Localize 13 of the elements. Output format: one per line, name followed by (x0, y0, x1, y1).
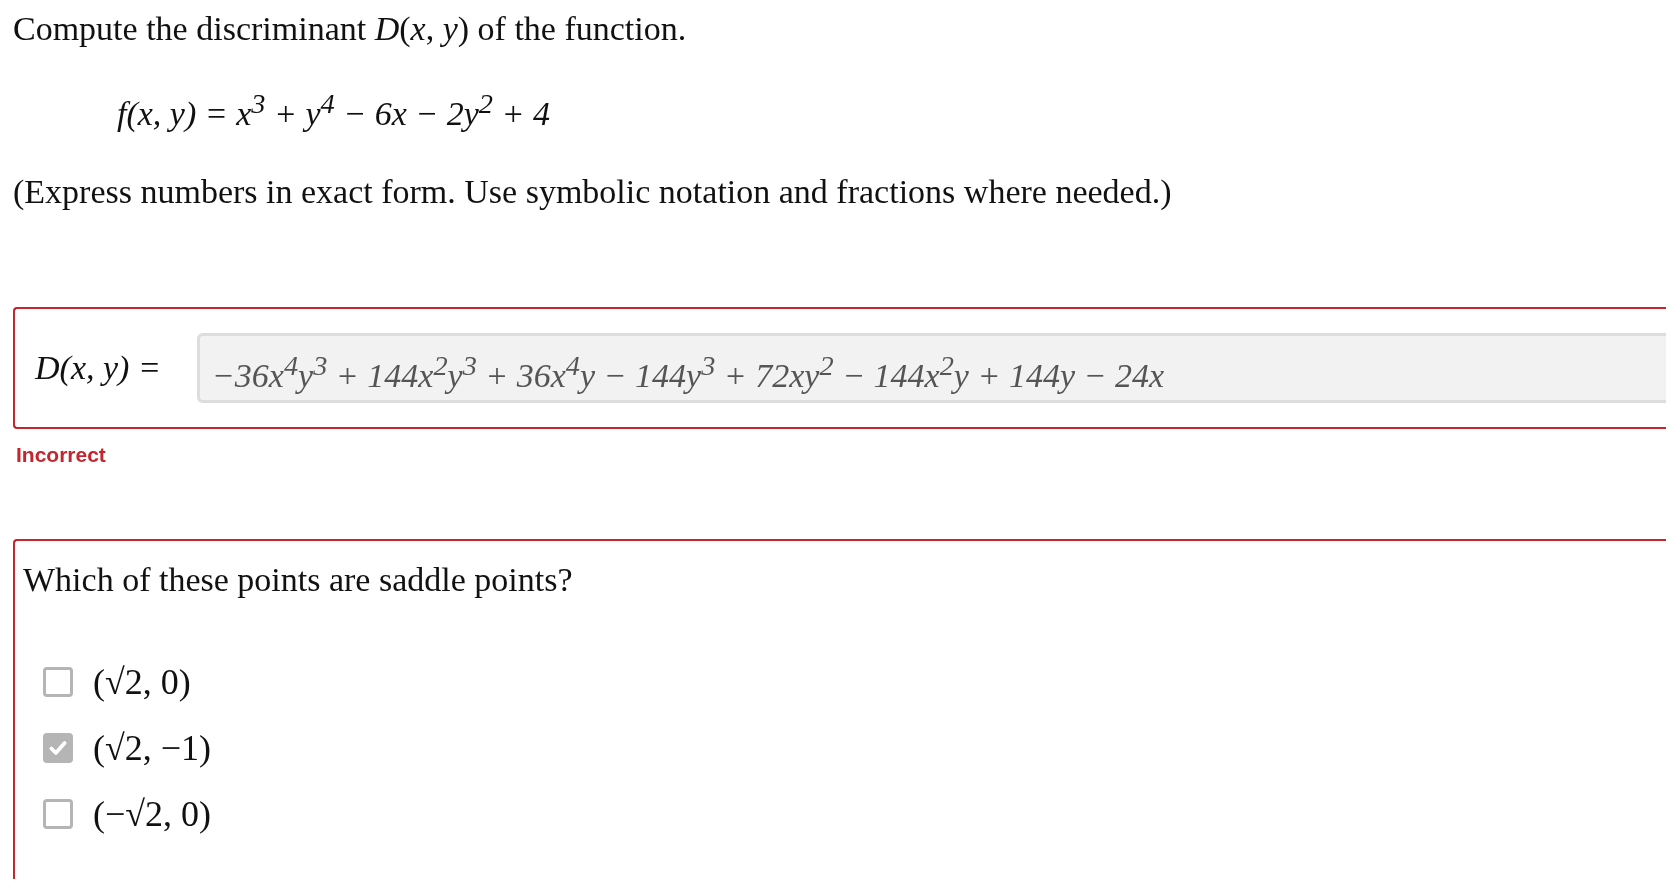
instruction-text: (Express numbers in exact form. Use symbolic notation and fractions where needed.) (13, 172, 1173, 212)
function-formula: f(x, y) = x$^{3}$ + y$^{4}$ − 6x − 2y$^{2}$ + 4 (116, 87, 551, 134)
checkbox[interactable] (43, 733, 73, 764)
answer-label: D(x, y) = (35, 349, 161, 388)
question-prompt: Compute the discriminant D(x, y) of the function. (13, 9, 688, 48)
answer-field[interactable]: −36x$^{4}$y$^{3}$ + 144x$^{2}$y$^{3}$ + 36x$^{4}$y − 144y$^{3}$ + 72xy$^{2}$ − 144x$^{2}$y + 144y − 24x (196, 333, 1666, 404)
feedback-text: Incorrect (16, 443, 107, 468)
option-label: (−√2, 0) (93, 793, 212, 836)
option-label: (√2, −1) (93, 727, 212, 770)
question-text: Which of these points are saddle points? (23, 561, 574, 600)
option-label: (√2, 0) (93, 661, 191, 704)
checkbox[interactable] (43, 799, 73, 830)
checkbox[interactable] (43, 667, 73, 698)
